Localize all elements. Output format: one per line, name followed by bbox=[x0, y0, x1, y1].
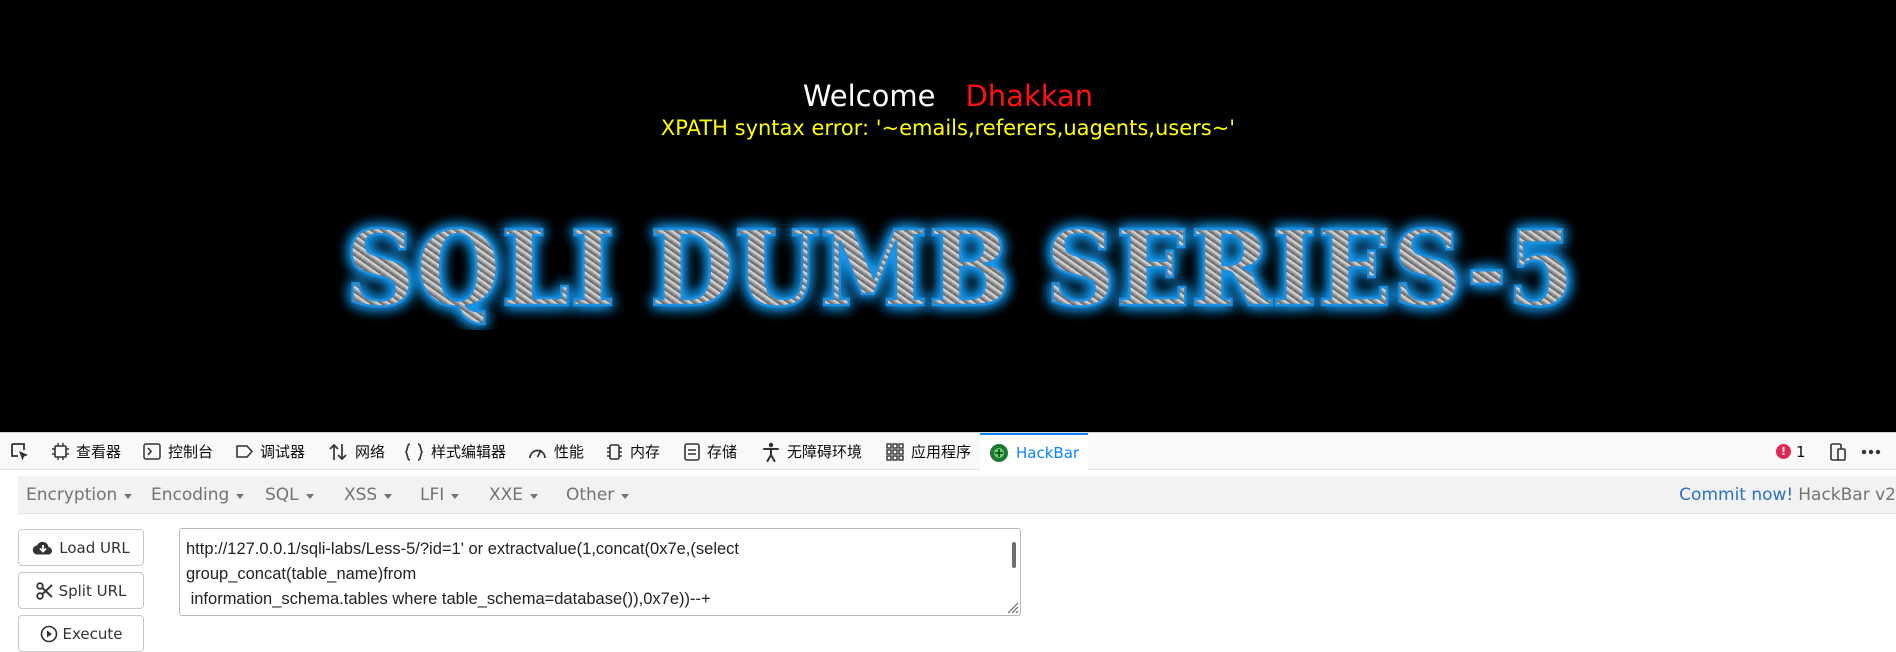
caret-down-icon bbox=[236, 493, 245, 499]
inspector-icon bbox=[52, 443, 69, 460]
error-message: XPATH syntax error: '~emails,referers,ua… bbox=[660, 116, 1236, 140]
tab-label: 内存 bbox=[630, 443, 661, 461]
menu-xxe[interactable]: XXE bbox=[489, 476, 539, 514]
page-viewport: Welcome Dhakkan XPATH syntax error: '~ema… bbox=[0, 0, 1896, 432]
tab-label: 查看器 bbox=[76, 443, 122, 461]
tab-label: 存储 bbox=[707, 443, 738, 461]
tab-label: 控制台 bbox=[168, 443, 214, 461]
banner-title-image: SQLI DUMB SERIES-5 bbox=[344, 210, 1577, 330]
tab-debugger[interactable]: 调试器 bbox=[235, 433, 305, 470]
devtools-toolbar: 查看器 控制台 调试器 网络 样式编辑器 性能 内存 存储 无障碍环境 应用程序… bbox=[0, 432, 1896, 470]
menu-label: XSS bbox=[344, 485, 378, 505]
tab-label: 应用程序 bbox=[911, 443, 972, 461]
banner-title-text: SQLI DUMB SERIES-5 bbox=[345, 210, 1575, 330]
tab-accessibility[interactable]: 无障碍环境 bbox=[762, 433, 862, 470]
menu-label: Encoding bbox=[151, 485, 230, 505]
url-textarea[interactable]: http://127.0.0.1/sqli-labs/Less-5/?id=1'… bbox=[179, 528, 1021, 616]
execute-label: Execute bbox=[62, 624, 123, 643]
tab-storage[interactable]: 存储 bbox=[684, 433, 737, 470]
caret-down-icon bbox=[451, 493, 460, 499]
network-icon bbox=[329, 443, 347, 460]
tab-label: 样式编辑器 bbox=[431, 443, 507, 461]
menu-encryption[interactable]: Encryption bbox=[26, 476, 133, 514]
memory-icon bbox=[607, 443, 622, 460]
commit-now-link[interactable]: Commit now! bbox=[1679, 485, 1793, 505]
caret-down-icon bbox=[384, 493, 393, 499]
menu-label: SQL bbox=[265, 485, 299, 505]
hackbar-icon bbox=[990, 443, 1008, 462]
tab-label: HackBar bbox=[1016, 443, 1080, 462]
caret-down-icon bbox=[124, 493, 133, 499]
hackbar-commit-area: Commit now! HackBar v2 bbox=[1679, 476, 1896, 514]
console-icon bbox=[143, 443, 161, 460]
error-count: 1 bbox=[1796, 442, 1806, 461]
tab-style-editor[interactable]: 样式编辑器 bbox=[404, 433, 506, 470]
tab-application[interactable]: 应用程序 bbox=[886, 433, 971, 470]
style-editor-icon bbox=[405, 442, 423, 461]
split-url-button[interactable]: Split URL bbox=[18, 572, 144, 609]
scissors-icon bbox=[35, 581, 53, 600]
tab-label: 调试器 bbox=[260, 443, 306, 461]
storage-icon bbox=[684, 442, 700, 461]
tab-label: 无障碍环境 bbox=[787, 443, 863, 461]
menu-xss[interactable]: XSS bbox=[344, 476, 393, 514]
tab-inspector[interactable]: 查看器 bbox=[52, 433, 121, 470]
tab-performance[interactable]: 性能 bbox=[528, 433, 584, 470]
hackbar-menubar: Encryption Encoding SQL XSS LFI XXE Othe… bbox=[18, 476, 1896, 514]
application-icon bbox=[886, 442, 904, 461]
menu-label: Other bbox=[566, 485, 615, 505]
play-circle-icon bbox=[40, 625, 57, 642]
responsive-design-button[interactable] bbox=[1827, 433, 1847, 470]
tab-label: 网络 bbox=[355, 443, 386, 461]
cloud-download-icon bbox=[32, 541, 53, 555]
user-name: Dhakkan bbox=[965, 79, 1094, 113]
tab-console[interactable]: 控制台 bbox=[143, 433, 213, 470]
menu-encoding[interactable]: Encoding bbox=[151, 476, 245, 514]
caret-down-icon bbox=[530, 493, 539, 499]
error-counter[interactable]: ! 1 bbox=[1776, 433, 1806, 470]
error-icon: ! bbox=[1776, 444, 1791, 459]
load-url-label: Load URL bbox=[59, 538, 130, 557]
caret-down-icon bbox=[621, 493, 630, 499]
menu-label: XXE bbox=[489, 485, 524, 505]
tab-memory[interactable]: 内存 bbox=[606, 433, 660, 470]
tab-label: 性能 bbox=[554, 443, 585, 461]
debugger-icon bbox=[236, 445, 253, 458]
menu-sql[interactable]: SQL bbox=[265, 476, 314, 514]
more-options-icon bbox=[1861, 449, 1881, 454]
welcome-line: Welcome Dhakkan bbox=[0, 76, 1896, 116]
more-options-button[interactable] bbox=[1860, 433, 1882, 470]
hackbar-version-label: HackBar v2 bbox=[1798, 485, 1896, 505]
menu-lfi[interactable]: LFI bbox=[420, 476, 460, 514]
execute-button[interactable]: Execute bbox=[18, 615, 144, 652]
tab-hackbar[interactable]: HackBar bbox=[980, 433, 1089, 470]
menu-label: Encryption bbox=[26, 485, 118, 505]
load-url-button[interactable]: Load URL bbox=[18, 529, 144, 566]
welcome-label: Welcome bbox=[802, 79, 936, 113]
element-picker-button[interactable] bbox=[9, 433, 31, 470]
menu-label: LFI bbox=[420, 485, 445, 505]
accessibility-icon bbox=[763, 442, 779, 462]
tab-network[interactable]: 网络 bbox=[328, 433, 385, 470]
responsive-design-icon bbox=[1830, 442, 1846, 461]
split-url-label: Split URL bbox=[58, 581, 127, 600]
element-picker-icon bbox=[11, 442, 28, 460]
caret-down-icon bbox=[305, 493, 314, 499]
performance-icon bbox=[529, 449, 546, 458]
menu-other[interactable]: Other bbox=[566, 476, 630, 514]
